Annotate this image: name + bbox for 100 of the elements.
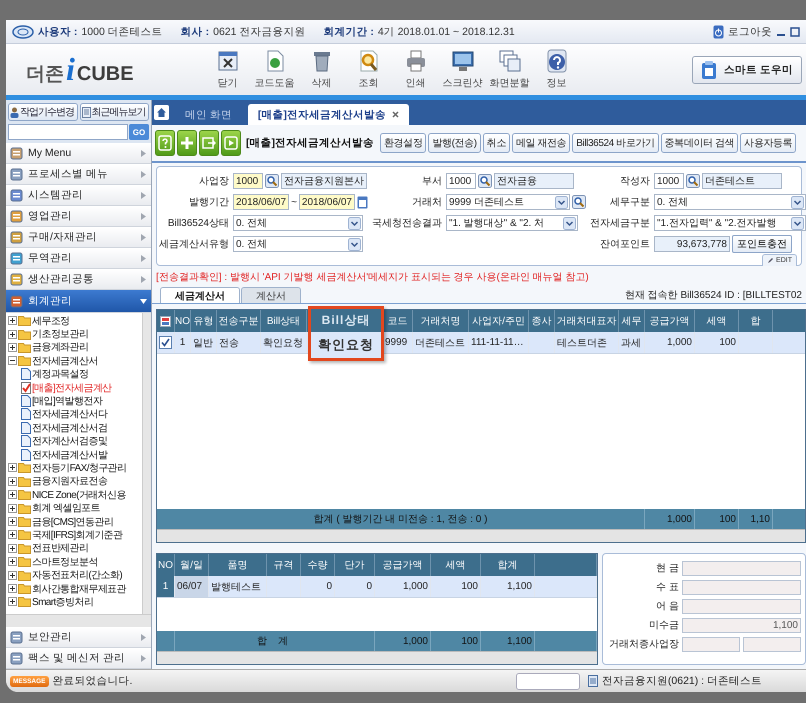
lookup-icon[interactable] (572, 195, 586, 209)
checkbox[interactable] (159, 336, 172, 349)
menu-item[interactable]: 시스템관리 (6, 185, 151, 206)
tab[interactable]: [매출]전자세금계산서발송 (248, 104, 409, 125)
input-field[interactable] (682, 636, 740, 652)
tree-folder[interactable]: 스마트정보분석 (32, 554, 98, 569)
action-button[interactable]: 환경설정 (380, 133, 426, 153)
tree-item[interactable]: 전자세금계산서다 (32, 407, 108, 422)
grid-settings-icon[interactable] (160, 316, 171, 326)
menu-item[interactable]: My Menu (6, 143, 151, 164)
expand-box-icon[interactable] (8, 504, 17, 513)
expand-box-icon[interactable] (8, 463, 17, 472)
logout-link[interactable]: 로그아웃 (728, 24, 772, 38)
dropdown[interactable]: 0. 전체 (654, 194, 806, 210)
dropdown[interactable]: "1.전자입력" & "2.전자발행 (654, 215, 806, 231)
tree-folder[interactable]: 회사간통합재무제표관 (32, 582, 126, 596)
tree-folder[interactable]: 세무조정 (32, 314, 70, 328)
status-field[interactable] (516, 672, 580, 690)
expand-box-icon[interactable] (8, 544, 17, 553)
menu-search-field[interactable] (8, 124, 128, 140)
go-button[interactable]: GO (129, 124, 149, 140)
vertical-scrollbar[interactable] (142, 313, 151, 614)
dropdown[interactable]: 0. 전체 (233, 215, 363, 231)
tree-item[interactable]: 전자세금계산서발 (32, 448, 108, 462)
sidebar-button[interactable]: 작업기수변경 (8, 103, 78, 121)
menu-item[interactable]: 무역관리 (6, 248, 151, 269)
expand-box-icon[interactable] (8, 316, 17, 326)
dropdown[interactable]: "1. 발행대상" & "2. 처 (446, 215, 578, 231)
code-field[interactable]: 1000 (233, 173, 263, 189)
help-button[interactable] (155, 130, 175, 156)
toolbar-button[interactable]: 인쇄 (392, 49, 439, 90)
expand-box-icon[interactable] (8, 597, 17, 606)
tab[interactable]: 계산서 (241, 287, 301, 303)
tree-folder[interactable]: 기초정보관리 (32, 327, 88, 342)
dropdown[interactable]: 9999 더존테스트 (446, 194, 570, 210)
expand-box-icon[interactable] (8, 342, 17, 352)
expand-box-icon[interactable] (8, 330, 17, 339)
menu-item[interactable]: 생산관리공통 (6, 269, 151, 290)
expand-box-icon[interactable] (8, 517, 17, 526)
table-row[interactable]: 1 06/07 발행테스트 0 0 1,000 100 1,100 (157, 576, 597, 598)
refresh-button[interactable] (199, 130, 219, 156)
lookup-icon[interactable] (686, 174, 700, 188)
tree-folder[interactable]: 자동전표처리(간소화) (32, 568, 122, 582)
tree-folder[interactable]: 전자등기FAX/청구관리 (32, 461, 126, 475)
lookup-icon[interactable] (478, 174, 492, 188)
input-field[interactable] (743, 636, 801, 652)
expand-box-icon[interactable] (8, 476, 17, 486)
home-button[interactable] (154, 105, 169, 120)
tree-item[interactable]: 전자세금계산서검 (32, 420, 108, 435)
tab[interactable]: 세금계산서 (160, 287, 240, 303)
run-button[interactable] (221, 130, 241, 156)
expand-box-icon[interactable] (8, 584, 17, 593)
action-button[interactable]: 중복데이터 검색 (660, 133, 738, 153)
tree-item[interactable]: 전자계산서검증및 (32, 434, 108, 448)
code-field[interactable]: 1000 (446, 173, 476, 189)
dropdown[interactable]: 0. 전체 (233, 236, 363, 252)
tree-folder[interactable]: NICE Zone(거래처신용 (32, 488, 126, 502)
menu-item[interactable]: 구매/자재관리 (6, 227, 151, 248)
expand-box-icon[interactable] (8, 557, 17, 566)
date-field[interactable]: 2018/06/07 (233, 194, 290, 210)
tree-folder[interactable]: 금융[CMS]연동관리 (32, 514, 114, 529)
tree-folder[interactable]: 국제[IFRS]회계기준관 (32, 528, 123, 542)
menu-item[interactable]: 프로세스별 메뉴 (6, 164, 151, 185)
toolbar-button[interactable]: 조회 (345, 49, 392, 90)
horizontal-scrollbar[interactable] (157, 529, 805, 542)
code-field[interactable]: 1000 (654, 173, 684, 189)
calendar-icon[interactable] (356, 196, 368, 208)
action-button[interactable]: 사용자등록 (740, 133, 796, 153)
horizontal-scrollbar[interactable] (6, 614, 151, 627)
smart-assistant-button[interactable]: 스마트 도우미 (692, 56, 802, 84)
amount-field[interactable]: 1,100 (682, 618, 801, 632)
amount-field[interactable] (682, 580, 801, 594)
tab[interactable]: 메인 화면 (175, 104, 242, 125)
menu-item[interactable]: 회계관리 (6, 290, 151, 313)
menu-item[interactable]: 영업관리 (6, 206, 151, 227)
amount-field[interactable] (682, 598, 801, 614)
date-field[interactable]: 2018/06/07 (298, 194, 355, 210)
tree-item[interactable]: 계정과목설정 (32, 367, 88, 382)
menu-item[interactable]: 보안관리 (6, 627, 151, 648)
tree-item[interactable]: [매입]역발행전자 (32, 394, 102, 408)
toolbar-button[interactable]: 코드도움 (251, 49, 298, 90)
maximize-icon[interactable] (790, 26, 800, 36)
menu-item[interactable]: 팩스 및 메신저 관리 (6, 648, 151, 669)
toolbar-button[interactable]: 스크린샷 (439, 49, 486, 90)
add-button[interactable] (177, 130, 197, 156)
close-icon[interactable] (392, 111, 399, 118)
tree-folder[interactable]: 금융지원자료전송 (32, 474, 108, 488)
sidebar-button[interactable]: 최근메뉴보기 (80, 103, 149, 121)
charge-points-button[interactable]: 포인트충전 (732, 235, 792, 253)
tree-folder[interactable]: 전표반제관리 (32, 541, 88, 556)
amount-field[interactable] (682, 560, 801, 576)
tree-folder[interactable]: 회계 엑셀임포트 (32, 501, 100, 516)
action-button[interactable]: 메일 재전송 (512, 133, 570, 153)
horizontal-scrollbar[interactable] (157, 651, 597, 664)
expand-box-icon[interactable] (8, 570, 17, 580)
toolbar-button[interactable]: 정보 (533, 49, 580, 90)
toolbar-button[interactable]: 화면분할 (486, 49, 533, 90)
collapse-box-icon[interactable] (8, 356, 17, 366)
action-button[interactable]: 발행(전송) (428, 133, 481, 153)
expand-box-icon[interactable] (8, 490, 17, 500)
